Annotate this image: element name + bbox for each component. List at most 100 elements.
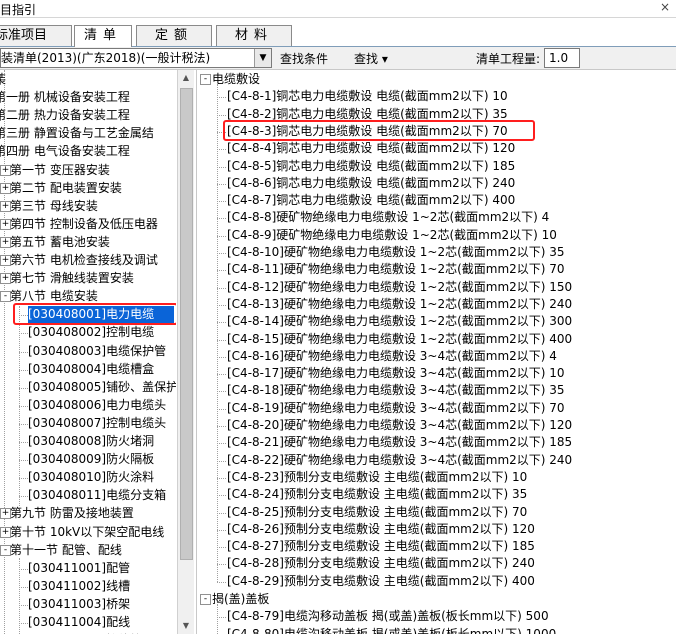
quota-item[interactable]: [C4-8-24]预制分支电缆敷设 主电缆(截面mm2以下) 35 [227, 486, 527, 503]
tab-material[interactable]: 材料 [216, 25, 292, 46]
tree-connector [217, 495, 226, 497]
tree-item[interactable]: [030408010]防火涂料 [28, 469, 154, 486]
tree-connector [19, 623, 28, 624]
tree-item[interactable]: 第一册 机械设备安装工程 [0, 89, 130, 106]
tree-connector [217, 97, 226, 99]
tab-bill[interactable]: 清单 [74, 25, 132, 47]
quantity-input[interactable]: 1.0 [544, 48, 580, 68]
tree-item[interactable]: 第四节 控制设备及低压电器 [10, 216, 158, 233]
tab-standard-items[interactable]: 标准项目 [0, 25, 72, 46]
quota-item[interactable]: [C4-8-25]预制分支电缆敷设 主电缆(截面mm2以下) 70 [227, 504, 527, 521]
tree-item[interactable]: [030411003]桥架 [28, 596, 130, 613]
quota-item[interactable]: [C4-8-6]铜芯电力电缆敷设 电缆(截面mm2以下) 240 [227, 175, 515, 192]
tree-item[interactable]: 装 [0, 71, 6, 88]
quota-item[interactable]: [C4-8-14]硬矿物绝缘电力电缆敷设 1~2芯(截面mm2以下) 300 [227, 313, 572, 330]
quota-item[interactable]: [C4-8-28]预制分支电缆敷设 主电缆(截面mm2以下) 240 [227, 555, 535, 572]
scrollbar-thumb[interactable] [180, 88, 193, 560]
left-scrollbar[interactable]: ▲ ▼ [177, 70, 194, 634]
quota-item[interactable]: [C4-8-80]电缆沟移动盖板 揭(或盖)盖板(板长mm以下) 1000 [227, 626, 556, 634]
quota-item[interactable]: [C4-8-26]预制分支电缆敷设 主电缆(截面mm2以下) 120 [227, 521, 535, 538]
tree-connector [217, 166, 226, 168]
tree-connector [217, 304, 226, 306]
bill-library-value: 装清单(2013)(广东2018)(一般计税法) [1, 51, 211, 65]
quota-tree-panel: - 电缆敷设 [C4-8-1]铜芯电力电缆敷设 电缆(截面mm2以下) 10 [C4-… [196, 70, 676, 634]
tree-connector [217, 391, 226, 393]
quota-item[interactable]: [C4-8-19]硬矿物绝缘电力电缆敷设 3~4芯(截面mm2以下) 70 [227, 400, 565, 417]
tree-item[interactable]: [030408006]电力电缆头 [28, 397, 166, 414]
tree-connector [19, 351, 28, 353]
tree-item[interactable]: 第六节 电机检查接线及调试 [10, 252, 158, 269]
quota-item[interactable]: [C4-8-4]铜芯电力电缆敷设 电缆(截面mm2以下) 120 [227, 140, 515, 157]
quota-item[interactable]: [C4-8-15]硬矿物绝缘电力电缆敷设 1~2芯(截面mm2以下) 400 [227, 331, 572, 348]
tree-item[interactable]: 第一节 变压器安装 [10, 162, 110, 179]
tree-item[interactable]: 第五节 蓄电池安装 [10, 234, 110, 251]
chevron-down-icon: ▾ [381, 52, 388, 66]
tree-item[interactable]: 第三节 母线安装 [10, 198, 98, 215]
tree-group[interactable]: 揭(盖)盖板 [212, 591, 269, 608]
quota-item[interactable]: [C4-8-16]硬矿物绝缘电力电缆敷设 3~4芯(截面mm2以下) 4 [227, 348, 557, 365]
quota-item[interactable]: [C4-8-8]硬矿物绝缘电力电缆敷设 1~2芯(截面mm2以下) 4 [227, 209, 549, 226]
tree-item[interactable]: 第三册 静置设备与工艺金属结 [0, 125, 154, 142]
quota-item[interactable]: [C4-8-18]硬矿物绝缘电力电缆敷设 3~4芯(截面mm2以下) 35 [227, 382, 565, 399]
tree-item[interactable]: [030408008]防火堵洞 [28, 433, 154, 450]
tree-connector [217, 270, 226, 272]
quota-item[interactable]: [C4-8-11]硬矿物绝缘电力电缆敷设 1~2芯(截面mm2以下) 70 [227, 261, 565, 278]
chevron-down-icon[interactable]: ▼ [254, 49, 271, 67]
tree-connector [217, 183, 226, 185]
quota-item[interactable]: [C4-8-79]电缆沟移动盖板 揭(或盖)盖板(板长mm以下) 500 [227, 608, 549, 625]
tree-item[interactable]: [030411004]配线 [28, 614, 130, 631]
quota-item[interactable]: [C4-8-23]预制分支电缆敷设 主电缆(截面mm2以下) 10 [227, 469, 527, 486]
quota-item[interactable]: [C4-8-12]硬矿物绝缘电力电缆敷设 1~2芯(截面mm2以下) 150 [227, 279, 572, 296]
tree-item[interactable]: 第十一节 配管、配线 [10, 542, 122, 559]
quota-item[interactable]: [C4-8-7]铜芯电力电缆敷设 电缆(截面mm2以下) 400 [227, 192, 515, 209]
bill-library-select[interactable]: 装清单(2013)(广东2018)(一般计税法) ▼ [0, 48, 272, 68]
tree-item[interactable]: [030408004]电缆槽盒 [28, 361, 154, 378]
tree-item[interactable]: [030408009]防火隔板 [28, 451, 154, 468]
collapse-icon[interactable]: - [200, 74, 211, 85]
tree-item[interactable]: [030408005]铺砂、盖保护 [28, 379, 176, 396]
tree-item[interactable]: [030408007]控制电缆头 [28, 415, 166, 432]
tree-connector [19, 369, 28, 371]
quota-item[interactable]: [C4-8-27]预制分支电缆敷设 主电缆(截面mm2以下) 185 [227, 538, 535, 555]
quota-item[interactable]: [C4-8-9]硬矿物绝缘电力电缆敷设 1~2芯(截面mm2以下) 10 [227, 227, 557, 244]
tree-item[interactable]: 第十节 10kV以下架空配电线 [10, 524, 164, 541]
quota-item[interactable]: [C4-8-22]硬矿物绝缘电力电缆敷设 3~4芯(截面mm2以下) 240 [227, 452, 572, 469]
tree-item[interactable]: 第四册 电气设备安装工程 [0, 143, 130, 160]
tree-connector [217, 443, 226, 445]
collapse-icon[interactable]: - [200, 594, 211, 605]
tree-connector [19, 478, 28, 480]
search-condition-button[interactable]: 查找条件 [280, 50, 328, 67]
tab-quota[interactable]: 定额 [136, 25, 212, 46]
quota-item[interactable]: [C4-8-21]硬矿物绝缘电力电缆敷设 3~4芯(截面mm2以下) 185 [227, 434, 572, 451]
quota-item[interactable]: [C4-8-17]硬矿物绝缘电力电缆敷设 3~4芯(截面mm2以下) 10 [227, 365, 565, 382]
quota-item[interactable]: [C4-8-10]硬矿物绝缘电力电缆敷设 1~2芯(截面mm2以下) 35 [227, 244, 565, 261]
tree-item[interactable]: [030408011]电缆分支箱 [28, 487, 166, 504]
tree-item[interactable]: 第二册 热力设备安装工程 [0, 107, 130, 124]
tree-connector [217, 218, 226, 220]
quota-item[interactable]: [C4-8-29]预制分支电缆敷设 主电缆(截面mm2以下) 400 [227, 573, 535, 590]
tree-item[interactable]: [030411001]配管 [28, 560, 130, 577]
quota-item[interactable]: [C4-8-1]铜芯电力电缆敷设 电缆(截面mm2以下) 10 [227, 88, 508, 105]
tree-item[interactable]: 第九节 防雷及接地装置 [10, 505, 134, 522]
tree-group[interactable]: 电缆敷设 [212, 71, 260, 88]
tree-connector [217, 408, 226, 410]
close-icon[interactable]: × [660, 0, 670, 14]
quota-item[interactable]: [C4-8-13]硬矿物绝缘电力电缆敷设 1~2芯(截面mm2以下) 240 [227, 296, 572, 313]
scroll-down-icon[interactable]: ▼ [178, 618, 194, 634]
search-button-label: 查找 [354, 52, 379, 66]
quota-item[interactable]: [C4-8-5]铜芯电力电缆敷设 电缆(截面mm2以下) 185 [227, 158, 515, 175]
search-button[interactable]: 查找 ▾ [354, 50, 388, 67]
tree-item[interactable]: [030411002]线槽 [28, 578, 130, 595]
tree-item[interactable]: [030408003]电缆保护管 [28, 343, 166, 360]
window-title: 目指引 [0, 3, 37, 17]
quota-item[interactable]: [C4-8-20]硬矿物绝缘电力电缆敷设 3~4芯(截面mm2以下) 120 [227, 417, 572, 434]
tree-item[interactable]: 第二节 配电装置安装 [10, 180, 122, 197]
tree-connector [19, 405, 28, 407]
tree-item[interactable]: [030408002]控制电缆 [28, 324, 154, 341]
tree-connector [217, 547, 226, 549]
tree-item[interactable]: 第七节 滑触线装置安装 [10, 270, 134, 287]
tree-connector [19, 604, 28, 606]
tab-bar: 标准项目 清单 定额 材料 [0, 23, 676, 47]
scroll-up-icon[interactable]: ▲ [178, 70, 194, 86]
tree-connector [19, 333, 28, 335]
